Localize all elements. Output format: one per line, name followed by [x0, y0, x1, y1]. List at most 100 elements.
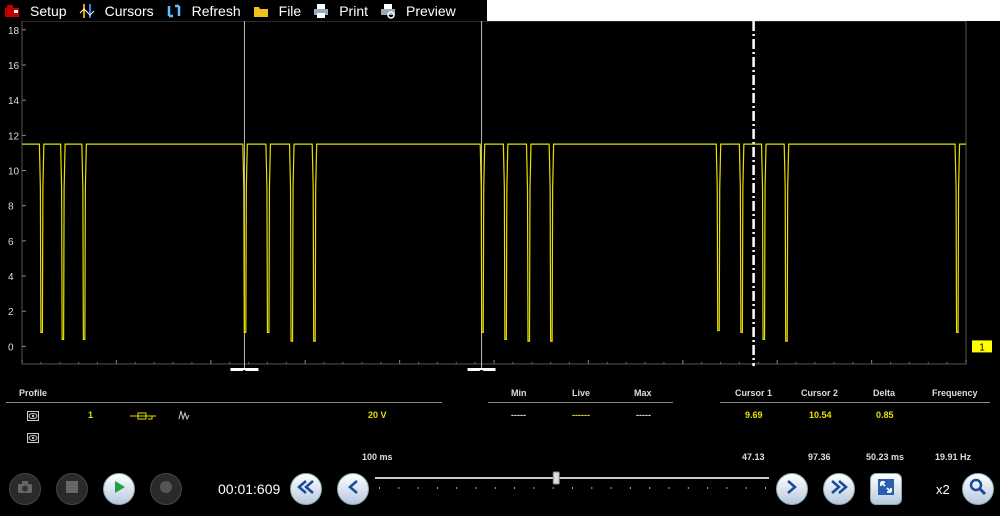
slider-tick	[687, 487, 689, 489]
camera-button[interactable]	[9, 473, 41, 505]
slider-knob	[552, 471, 560, 485]
profile-divider	[6, 402, 442, 403]
waveform-plot[interactable]: 1816141210864200204060801001201401601802…	[0, 20, 1000, 381]
x-tick-label: 200 ms	[934, 370, 967, 371]
eye-icon[interactable]	[27, 408, 39, 426]
slider-track	[375, 471, 769, 489]
min-header: Min	[511, 388, 527, 398]
live-header: Live	[572, 388, 591, 398]
y-tick-label: 14	[8, 96, 20, 107]
refresh-label: Refresh	[191, 2, 241, 19]
preview-button[interactable]: Preview	[376, 0, 464, 21]
jump-back-button[interactable]	[290, 473, 322, 505]
record-icon	[158, 479, 174, 500]
printer-icon	[313, 3, 329, 19]
channel-scale: 20 V	[368, 410, 387, 420]
setup-icon	[4, 3, 20, 19]
record-button[interactable]	[150, 473, 182, 505]
slider-tick	[572, 487, 573, 489]
slider-tick	[533, 487, 535, 489]
x-tick-label: 40	[205, 370, 217, 371]
setup-label: Setup	[30, 2, 67, 19]
y-tick-label: 12	[8, 131, 20, 142]
minmax-divider	[488, 402, 673, 403]
jump-forward-button[interactable]	[823, 473, 855, 505]
y-tick-label: 4	[8, 272, 14, 283]
chevron-left-icon	[347, 479, 359, 499]
cursor-divider	[720, 402, 990, 403]
step-back-button[interactable]	[337, 473, 369, 505]
x-tick-label: 20	[111, 370, 123, 371]
slider-tick	[707, 487, 709, 489]
plot-frame	[21, 20, 967, 365]
zoom-fit-button[interactable]	[870, 473, 902, 505]
x-tick-label: 160	[769, 370, 786, 371]
y-tick-label: 18	[8, 26, 20, 37]
slider-tick	[379, 487, 380, 489]
zoom-button[interactable]	[962, 473, 994, 505]
toolbar-spacer	[487, 0, 1000, 21]
slider-tick	[629, 487, 631, 489]
x-tick-label: 140	[674, 370, 691, 371]
slider-tick	[417, 487, 419, 489]
slider-tick	[552, 487, 554, 489]
cursor-flag-label-2: 2	[479, 369, 485, 371]
slider-tick	[745, 487, 747, 489]
x-tick-label: 0	[19, 370, 25, 371]
double-chevron-right-icon	[830, 479, 848, 499]
channel-marker-label: 1	[979, 342, 985, 353]
x-tick-label: 80	[394, 370, 406, 371]
x-tick-label: 120	[580, 370, 597, 371]
y-tick-label: 10	[8, 167, 20, 178]
x-tick-label: 60	[300, 370, 312, 371]
play-icon	[111, 479, 127, 500]
slider-tick	[436, 487, 438, 489]
setup-button[interactable]: Setup	[0, 0, 75, 21]
preview-label: Preview	[406, 2, 456, 19]
file-label: File	[278, 2, 302, 19]
y-tick-label: 2	[8, 307, 14, 318]
cursor1-header: Cursor 1	[735, 388, 773, 398]
slider-tick	[456, 487, 458, 489]
delta-value: 0.85	[876, 410, 894, 420]
max-header: Max	[634, 388, 652, 398]
folder-icon	[253, 3, 269, 19]
waveform-trace	[22, 143, 966, 342]
y-tick-label: 0	[8, 342, 14, 353]
profile-header: Profile	[19, 388, 48, 398]
magnifier-icon	[969, 478, 987, 501]
slider-tick	[591, 487, 593, 489]
slider-tick	[765, 487, 766, 489]
file-button[interactable]: File	[249, 0, 310, 21]
refresh-icon	[166, 3, 182, 19]
toolbar: Setup Cursors Refresh File Print Preview	[0, 0, 487, 21]
cursor2-header: Cursor 2	[801, 388, 839, 398]
frequency-header: Frequency	[932, 388, 978, 398]
max-value: -----	[636, 410, 651, 420]
elapsed-time: 00:01:609	[218, 481, 281, 497]
cursor-flag-label-1: 1	[242, 369, 248, 371]
double-chevron-left-icon	[297, 479, 315, 499]
stop-button[interactable]	[56, 473, 88, 505]
print-preview-icon	[380, 3, 396, 19]
cursor2-value: 10.54	[809, 410, 832, 420]
step-forward-button[interactable]	[776, 473, 808, 505]
probe-icon	[130, 408, 156, 426]
waveform-svg: 1816141210864200204060801001201401601802…	[8, 20, 992, 381]
slider-tick	[398, 487, 400, 489]
refresh-button[interactable]: Refresh	[162, 0, 249, 21]
play-button[interactable]	[103, 473, 135, 505]
slider-tick	[475, 487, 477, 489]
slider-tick	[494, 487, 496, 489]
print-label: Print	[339, 2, 368, 19]
cursors-button[interactable]: Cursors	[75, 0, 162, 21]
cursors-label: Cursors	[104, 2, 154, 19]
cursor2-time: 97.36	[808, 452, 831, 462]
delta-header: Delta	[873, 388, 896, 398]
eye-icon[interactable]	[27, 430, 39, 448]
channel-number: 1	[88, 410, 94, 420]
timeline-slider[interactable]	[375, 470, 769, 500]
print-button[interactable]: Print	[309, 0, 376, 21]
slider-tick	[649, 487, 651, 489]
timebase-label: 100 ms	[362, 452, 393, 462]
